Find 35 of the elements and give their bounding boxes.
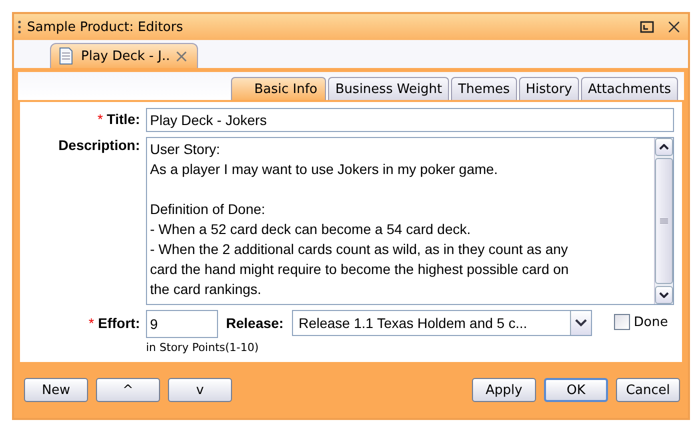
- nav-button[interactable]: v: [168, 378, 232, 402]
- nav-button[interactable]: New: [24, 378, 88, 402]
- dialog-button[interactable]: OK: [544, 378, 608, 402]
- tab[interactable]: Attachments: [581, 77, 678, 100]
- effort-field[interactable]: 9: [146, 310, 218, 338]
- title-label: Title:: [106, 111, 140, 127]
- close-icon[interactable]: [668, 21, 680, 33]
- effort-label: Effort:: [98, 315, 140, 331]
- tab[interactable]: History: [518, 77, 580, 100]
- window-title: Sample Product: Editors: [27, 20, 184, 34]
- tab[interactable]: Basic Info: [231, 77, 326, 100]
- document-icon: [57, 47, 75, 65]
- release-dropdown[interactable]: Release 1.1 Texas Holdem and 5 c...: [292, 310, 592, 336]
- required-mark: *: [97, 111, 103, 127]
- scroll-up-button[interactable]: [655, 138, 673, 156]
- tab-label: Play Deck - J..: [81, 48, 170, 64]
- dialog-button[interactable]: Apply: [472, 378, 536, 402]
- restore-icon[interactable]: [640, 21, 654, 33]
- dialog-button[interactable]: Cancel: [616, 378, 680, 402]
- tab[interactable]: Business Weight: [328, 77, 450, 100]
- title-field[interactable]: Play Deck - Jokers: [146, 108, 674, 132]
- required-mark: *: [88, 315, 94, 331]
- effort-hint: in Story Points(1-10): [146, 341, 259, 354]
- grip-icon: [18, 20, 21, 34]
- scrollbar-thumb[interactable]: [655, 158, 673, 284]
- description-label: Description:: [57, 137, 140, 155]
- release-label: Release:: [226, 314, 284, 331]
- scroll-down-button[interactable]: [655, 286, 673, 304]
- nav-button[interactable]: ^: [96, 378, 160, 402]
- description-field[interactable]: User Story: As a player I may want to use Jokers in my poker game. Definition of Done: - When a 52 card deck can become a 54 card deck. - When the 2 additional cards count as wild, as in they count as any card the hand might require to become the highest possible card on the card rankings.: [146, 137, 674, 305]
- tab[interactable]: Themes: [451, 77, 517, 100]
- done-checkbox[interactable]: [614, 314, 630, 330]
- document-tab[interactable]: Play Deck - J..: [50, 43, 198, 68]
- caret-icon: [574, 319, 587, 327]
- done-label: Done: [634, 314, 668, 330]
